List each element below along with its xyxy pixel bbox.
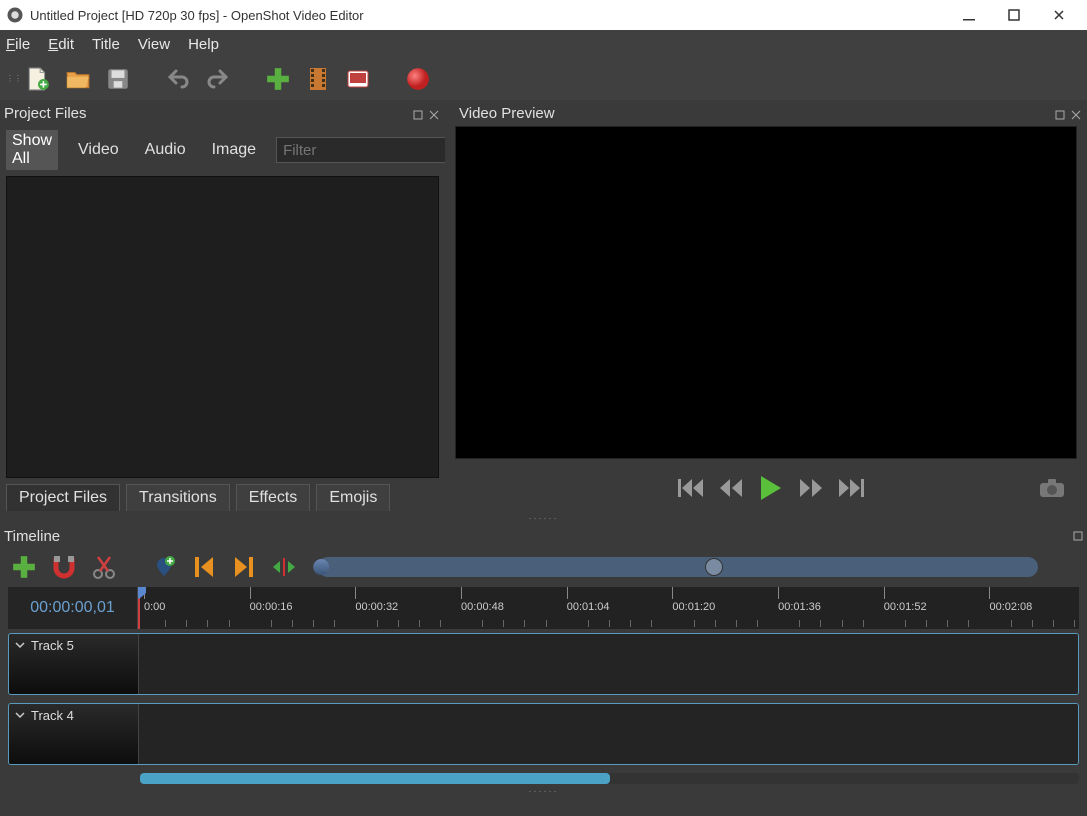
tab-audio[interactable]: Audio (139, 139, 192, 161)
menu-title[interactable]: Title (92, 36, 120, 53)
detach-icon[interactable] (413, 107, 425, 119)
close-preview-icon[interactable] (1071, 107, 1083, 119)
bottom-splitter[interactable]: ······ (0, 786, 1087, 798)
timeline-header: Timeline (0, 525, 1087, 547)
timeline-toolbar (0, 547, 1087, 587)
prev-marker-button[interactable] (190, 553, 218, 581)
ruler-tick: 00:00:32 (355, 587, 398, 613)
zoom-slider[interactable] (318, 557, 1038, 577)
preview-controls (455, 463, 1087, 513)
center-playhead-button[interactable] (270, 553, 298, 581)
ruler-tick: 00:01:20 (672, 587, 715, 613)
jump-end-button[interactable] (834, 471, 868, 505)
fullscreen-button[interactable] (344, 65, 372, 93)
timeline-title: Timeline (4, 528, 60, 545)
ruler-tick: 00:00:48 (461, 587, 504, 613)
minimize-button[interactable] (946, 1, 991, 29)
tracks-area: Track 5 Track 4 (8, 633, 1079, 773)
maximize-button[interactable] (991, 1, 1036, 29)
fast-forward-button[interactable] (794, 471, 828, 505)
tab-transitions[interactable]: Transitions (126, 484, 230, 511)
video-preview-header: Video Preview (455, 100, 1087, 126)
timeline-scrollbar[interactable] (8, 773, 1079, 784)
open-project-button[interactable] (64, 65, 92, 93)
track-row: Track 5 (8, 633, 1079, 695)
file-filter-row: Show All Video Audio Image (0, 126, 445, 176)
project-files-header: Project Files (0, 100, 445, 126)
razor-button[interactable] (90, 553, 118, 581)
tab-show-all[interactable]: Show All (6, 130, 58, 170)
project-files-panel: Project Files Show All Video Audio Image… (0, 100, 445, 513)
menu-edit[interactable]: Edit (48, 36, 74, 53)
horizontal-splitter[interactable]: ······ (0, 513, 1087, 525)
tab-emojis[interactable]: Emojis (316, 484, 390, 511)
menubar: File Edit Title View Help (0, 30, 1087, 58)
timeline-scrollbar-thumb[interactable] (140, 773, 610, 784)
track-label: Track 5 (31, 638, 74, 653)
timeline-ruler[interactable]: 00:00:00,01 0:00 00:00:16 00:00:32 00:00:48… (8, 587, 1079, 629)
project-files-body[interactable] (6, 176, 439, 478)
video-preview-panel: Video Preview (445, 100, 1087, 513)
close-panel-icon[interactable] (429, 107, 441, 119)
add-marker-button[interactable] (150, 553, 178, 581)
main-toolbar: ⋮⋮ (0, 58, 1087, 100)
new-project-button[interactable] (24, 65, 52, 93)
menu-view[interactable]: View (138, 36, 170, 53)
tab-image[interactable]: Image (206, 139, 262, 161)
detach-preview-icon[interactable] (1055, 107, 1067, 119)
window-title: Untitled Project [HD 720p 30 fps] - Open… (30, 8, 946, 23)
playhead[interactable] (138, 587, 140, 629)
ruler-ticks[interactable]: 0:00 00:00:16 00:00:32 00:00:48 00:01:04 00:0… (138, 587, 1079, 629)
next-marker-button[interactable] (230, 553, 258, 581)
track-label: Track 4 (31, 708, 74, 723)
video-preview-title: Video Preview (459, 105, 555, 122)
ruler-tick: 00:01:52 (884, 587, 927, 613)
ruler-tick: 0:00 (144, 587, 165, 613)
titlebar: Untitled Project [HD 720p 30 fps] - Open… (0, 0, 1087, 30)
add-track-button[interactable] (10, 553, 38, 581)
track-header-4[interactable]: Track 4 (9, 704, 139, 764)
menu-file[interactable]: File (6, 36, 30, 53)
snap-button[interactable] (50, 553, 78, 581)
tab-video[interactable]: Video (72, 139, 125, 161)
snapshot-button[interactable] (1035, 471, 1069, 505)
panel-tabs: Project Files Transitions Effects Emojis (0, 482, 445, 513)
redo-button[interactable] (204, 65, 232, 93)
ruler-tick: 00:01:04 (567, 587, 610, 613)
preview-area (479, 133, 1054, 453)
detach-timeline-icon[interactable] (1073, 528, 1083, 545)
current-time-display: 00:00:00,01 (8, 587, 138, 629)
tab-effects[interactable]: Effects (236, 484, 311, 511)
save-project-button[interactable] (104, 65, 132, 93)
track-header-5[interactable]: Track 5 (9, 634, 139, 694)
chevron-down-icon[interactable] (15, 638, 25, 648)
ruler-tick: 00:00:16 (250, 587, 293, 613)
track-body-4[interactable] (139, 704, 1078, 764)
zoom-end-handle[interactable] (705, 558, 723, 576)
track-body-5[interactable] (139, 634, 1078, 694)
menu-help[interactable]: Help (188, 36, 219, 53)
project-files-title: Project Files (4, 105, 87, 122)
chevron-down-icon[interactable] (15, 708, 25, 718)
toolbar-grip[interactable]: ⋮⋮ (6, 77, 12, 81)
ruler-tick: 00:02:08 (989, 587, 1032, 613)
zoom-start-handle[interactable] (313, 559, 329, 575)
import-files-button[interactable] (264, 65, 292, 93)
jump-start-button[interactable] (674, 471, 708, 505)
tab-project-files[interactable]: Project Files (6, 484, 120, 511)
app-icon (6, 6, 24, 24)
choose-profile-button[interactable] (304, 65, 332, 93)
ruler-tick: 00:01:36 (778, 587, 821, 613)
track-row: Track 4 (8, 703, 1079, 765)
close-button[interactable] (1036, 1, 1081, 29)
rewind-button[interactable] (714, 471, 748, 505)
middle-panels: Project Files Show All Video Audio Image… (0, 100, 1087, 513)
play-button[interactable] (754, 471, 788, 505)
export-button[interactable] (404, 65, 432, 93)
undo-button[interactable] (164, 65, 192, 93)
preview-body (455, 126, 1077, 459)
